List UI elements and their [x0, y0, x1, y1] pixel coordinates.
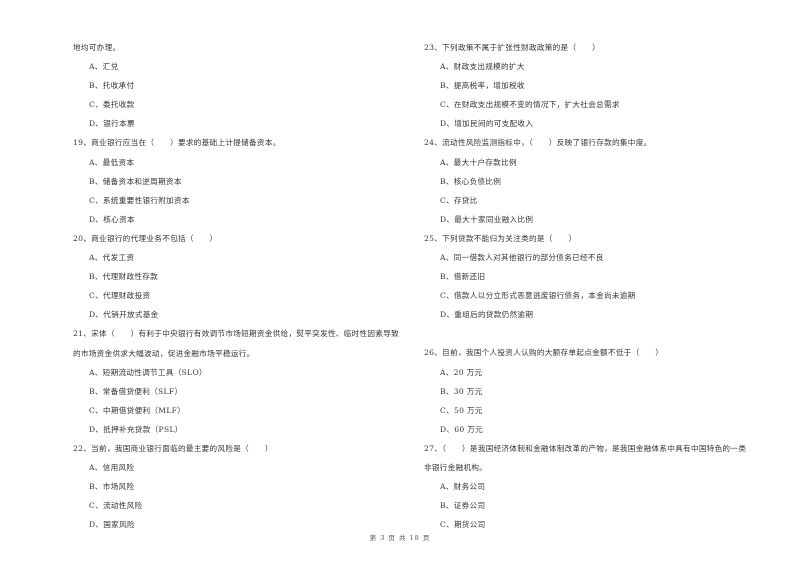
question-text: 22、当前，我国商业银行面临的最主要的风险是（ ） — [73, 443, 273, 453]
answer-option: B、市场风险 — [89, 482, 135, 492]
answer-option: B、借新还旧 — [440, 272, 486, 282]
answer-option: A、财务公司 — [440, 482, 486, 492]
answer-option: D、最大十家同业融入比例 — [440, 214, 534, 224]
left-column: 地均可办理。 A、汇兑 B、托收承付 C、委托收款 D、银行本票 19、商业银行应当在（ … — [73, 43, 423, 539]
answer-option: C、中期借贷便利（MLF） — [89, 405, 186, 415]
answer-option: B、提高税率，增加税收 — [440, 81, 525, 91]
answer-option: A、汇兑 — [89, 62, 119, 72]
answer-option: C、在财政支出规模不变的情况下，扩大社会总需求 — [440, 100, 620, 110]
answer-option: C、存贷比 — [440, 195, 478, 205]
answer-option: A、同一借款人对其他银行的部分债务已经不良 — [440, 253, 604, 263]
question-text: 20、商业银行的代理业务不包括（ ） — [73, 233, 218, 243]
question-text: 25、下列贷款不能归为关注类的是（ ） — [424, 233, 577, 243]
answer-option: B、30 万元 — [440, 386, 483, 396]
right-column: 23、下列政策不属于扩张性财政政策的是（ ） A、财政支出规模的扩大 B、提高税率，… — [424, 43, 774, 539]
answer-option: A、代发工资 — [89, 253, 135, 263]
answer-option: B、证券公司 — [440, 501, 486, 511]
question-text: 19、商业银行应当在（ ）要求的基础上计提储备资本。 — [73, 138, 281, 148]
answer-option: D、抵押补充贷款（PSL） — [89, 424, 183, 434]
answer-option: B、常备借贷便利（SLF） — [89, 386, 183, 396]
answer-option: C、流动性风险 — [89, 501, 143, 511]
answer-option: B、托收承付 — [89, 81, 135, 91]
answer-option: A、信用风险 — [89, 463, 135, 473]
answer-option: C、借款人以分立形式恶意逃废银行债务，本金尚未逾期 — [440, 291, 636, 301]
question-text: 26、目前，我国个人投资人认购的大额存单起点金额不低于（ ） — [424, 348, 664, 358]
question-continuation: 的市场资金供求大幅波动，促进金融市场平稳运行。 — [73, 348, 255, 358]
answer-option: A、最低资本 — [89, 157, 135, 167]
answer-option: B、核心负债比例 — [440, 176, 502, 186]
question-continuation: 非银行金融机构。 — [424, 462, 488, 472]
answer-option: A、最大十户存款比例 — [440, 157, 517, 167]
answer-option: D、银行本票 — [89, 119, 135, 129]
question-text: 23、下列政策不属于扩张性财政政策的是（ ） — [424, 43, 601, 52]
answer-option: C、期货公司 — [440, 520, 486, 530]
question-text: 27、（ ）是我国经济体制和金融体制改革的产物，是我国金融体系中具有中国特色的一… — [424, 443, 747, 453]
answer-option: A、短期流动性调节工具（SLO） — [89, 367, 207, 377]
question-text: 21、宋体（ ）有利于中央银行有效调节市场短期资金供给，熨平突发性、临时性因素导… — [73, 329, 400, 339]
answer-option: C、50 万元 — [440, 405, 483, 415]
answer-option: D、增加民间的可支配收入 — [440, 119, 534, 129]
question-text: 24、流动性风险监测指标中，（ ）反映了银行存款的集中度。 — [424, 138, 652, 148]
answer-option: A、财政支出规模的扩大 — [440, 62, 525, 72]
question-continuation: 地均可办理。 — [73, 43, 121, 52]
answer-option: C、委托收款 — [89, 100, 135, 110]
answer-option: D、核心资本 — [89, 214, 135, 224]
page-footer: 第 3 页 共 18 页 — [369, 534, 431, 542]
answer-option: C、系统重要性银行附加资本 — [89, 195, 190, 205]
answer-option: D、国家风险 — [89, 520, 135, 530]
answer-option: B、代理财政性存款 — [89, 272, 159, 282]
answer-option: A、20 万元 — [440, 367, 483, 377]
answer-option: D、代销开放式基金 — [89, 310, 159, 320]
answer-option: D、60 万元 — [440, 424, 484, 434]
answer-option: C、代理财政投资 — [89, 291, 151, 301]
answer-option: D、重组后的贷款仍然逾期 — [440, 310, 534, 320]
answer-option: B、储备资本和逆周期资本 — [89, 176, 182, 186]
